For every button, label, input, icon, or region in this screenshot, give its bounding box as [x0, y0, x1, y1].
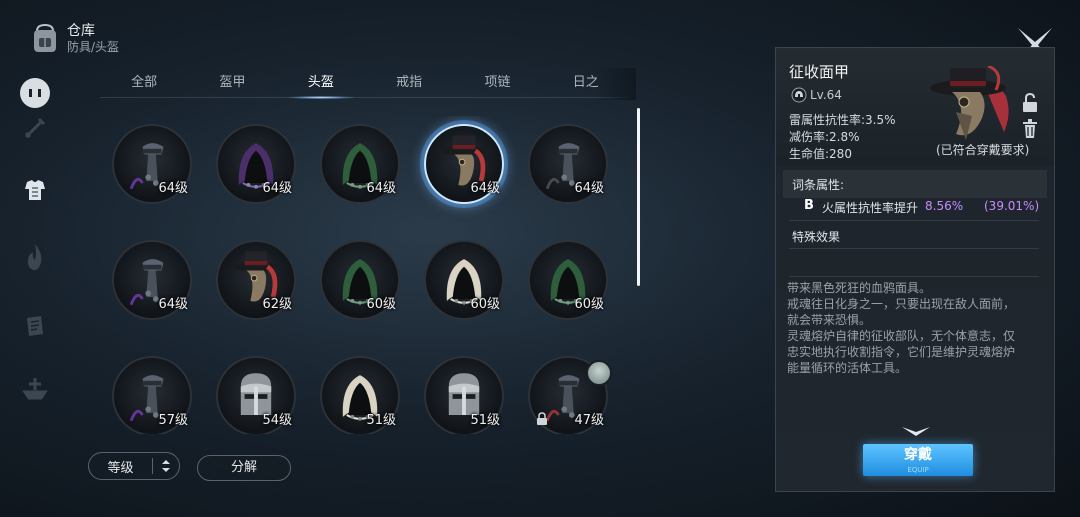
backpack-icon [30, 22, 60, 54]
inventory-item[interactable]: 64级 [216, 124, 296, 204]
inventory-item[interactable]: 57级 [112, 356, 192, 434]
stat-line: 雷属性抗性率:3.5% [789, 113, 896, 127]
divider [789, 220, 1039, 221]
breadcrumb: 防具/头盔 [67, 40, 120, 54]
inventory-item[interactable]: 64级 [112, 124, 192, 204]
armor-icon[interactable] [0, 176, 70, 204]
item-level: Lv.64 [810, 88, 842, 102]
sort-dropdown[interactable]: 等级 [88, 452, 180, 480]
inventory-item[interactable]: 62级 [216, 240, 296, 320]
page-title: 仓库 [67, 23, 95, 39]
inventory-item[interactable]: 60级 [320, 240, 400, 320]
equip-button[interactable]: 穿戴 EQUIP [863, 444, 973, 476]
item-level-label: 64级 [470, 181, 500, 196]
inventory-item[interactable]: 51级 [320, 356, 400, 434]
unlock-icon[interactable] [1020, 92, 1040, 118]
item-level-label: 64级 [158, 297, 188, 312]
description-line: 能量循环的活体工具。 [787, 361, 908, 375]
divider [789, 276, 1039, 277]
item-level-label: 51级 [470, 413, 500, 428]
sword-icon[interactable] [0, 115, 70, 141]
item-level-label: 64级 [366, 181, 396, 196]
item-level-label: 64级 [574, 181, 604, 196]
inventory-item[interactable]: 64级 [528, 124, 608, 204]
item-description: 带来黑色死狂的血鸦面具。 戒魂往日化身之一，只要出现在敌人面前， 就会带来恐惧。… [787, 280, 1049, 376]
divider [789, 248, 1039, 249]
item-detail-panel: 征收面甲 Lv.64 雷属性抗性率:3.5% 减伤率:2.8% 生命值:280 … [775, 47, 1055, 492]
tab-necklace[interactable]: 项链 [453, 70, 541, 97]
description-line: 戒魂往日化身之一，只要出现在敌人面前， [787, 297, 1016, 311]
helmet-icon [791, 87, 807, 107]
sort-arrows-icon [153, 459, 179, 473]
inventory-item[interactable]: 60级 [528, 240, 608, 320]
affix-text: 火属性抗性率提升 [822, 201, 919, 215]
item-level-label: 60级 [366, 297, 396, 312]
plague-mask-hat-icon [926, 64, 1018, 146]
item-level-label: 62级 [262, 297, 292, 312]
item-level-label: 60级 [574, 297, 604, 312]
item-grid: 64级 64级 64级 64级 64级 64级 62级 60级 60级 60级 57级 54级 51级 5… [100, 116, 630, 434]
stat-line: 生命值:280 [789, 147, 852, 161]
tab-helmet[interactable]: 头盔 [277, 70, 365, 99]
sort-label: 等级 [107, 460, 134, 476]
item-level-label: 64级 [262, 181, 292, 196]
item-name: 征收面甲 [789, 63, 850, 81]
description-line: 灵魂熔炉自律的征收部队，无个体意志，仅 [787, 329, 1016, 343]
scrollbar[interactable] [637, 108, 640, 286]
item-level-label: 54级 [262, 413, 292, 428]
chevron-down-icon[interactable] [900, 424, 932, 443]
inventory-item[interactable]: 60级 [424, 240, 504, 320]
inventory-item[interactable]: 64级 [320, 124, 400, 204]
flame-icon[interactable] [0, 242, 70, 272]
ship-icon[interactable] [0, 376, 70, 402]
tab-armor[interactable]: 盔甲 [188, 70, 276, 97]
lock-icon [536, 411, 548, 430]
inventory-item[interactable]: 64级 [112, 240, 192, 320]
description-line: 就会带来恐惧。 [787, 313, 872, 327]
description-line: 忠实地执行收割指令，它们是维护灵魂熔炉 [787, 345, 1016, 359]
scroll-icon[interactable] [0, 312, 70, 340]
inventory-item[interactable]: 64级 [424, 124, 504, 204]
equipped-avatar [586, 360, 612, 386]
item-level-label: 47级 [574, 413, 604, 428]
item-level-label: 57级 [158, 413, 188, 428]
chat-bubble-icon[interactable] [0, 76, 70, 110]
category-tabs: 全部 盔甲 头盔 戒指 项链 日之 [100, 70, 630, 99]
tab-all[interactable]: 全部 [100, 70, 188, 97]
affix-grade: B [804, 198, 814, 213]
affix-percent: (39.01%) [984, 199, 1040, 213]
decompose-button[interactable]: 分解 [197, 455, 291, 481]
special-effect-title: 特殊效果 [792, 230, 841, 244]
equip-label: 穿戴 [904, 447, 932, 463]
affix-value: 8.56% [925, 199, 964, 213]
requirement-note: (已符合穿戴要求) [936, 143, 1030, 157]
inventory-item[interactable]: 54级 [216, 356, 296, 434]
equip-sublabel: EQUIP [907, 466, 929, 474]
tabs-fade [596, 68, 636, 100]
affix-title: 词条属性: [792, 178, 845, 192]
item-level-label: 60级 [470, 297, 500, 312]
inventory-item[interactable]: 47级 [528, 356, 612, 434]
stat-line: 减伤率:2.8% [789, 130, 860, 144]
description-line: 带来黑色死狂的血鸦面具。 [787, 281, 932, 295]
inventory-item[interactable]: 51级 [424, 356, 504, 434]
tab-ring[interactable]: 戒指 [365, 70, 453, 97]
item-level-label: 51级 [366, 413, 396, 428]
item-level-label: 64级 [158, 181, 188, 196]
